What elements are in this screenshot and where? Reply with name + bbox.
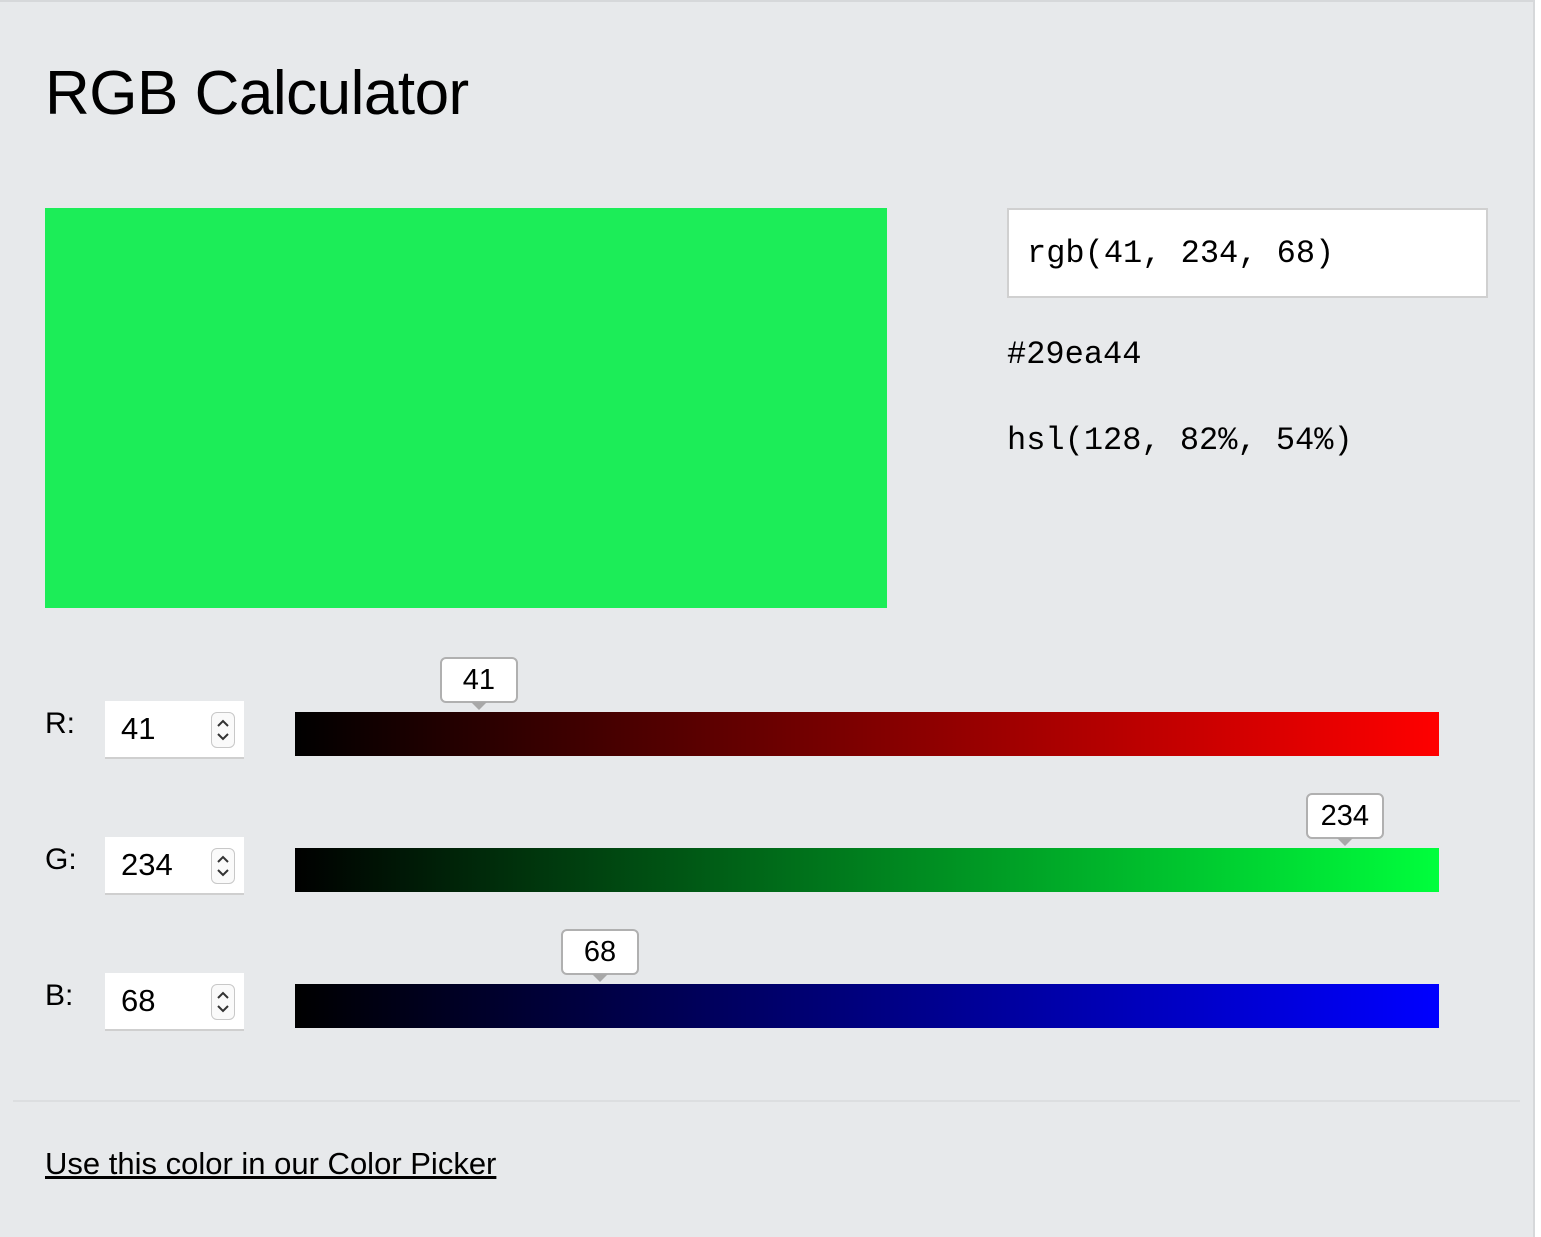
blue-spinner-icon[interactable] <box>211 984 235 1020</box>
red-spinner-icon[interactable] <box>211 712 235 748</box>
green-number-input[interactable]: 234 <box>105 837 244 895</box>
page-title: RGB Calculator <box>45 59 469 128</box>
red-number-input[interactable]: 41 <box>105 701 244 759</box>
red-label: R: <box>45 707 75 740</box>
green-label: G: <box>45 843 77 876</box>
divider <box>13 1100 1520 1102</box>
color-swatch <box>45 208 887 608</box>
rgb-input[interactable] <box>1007 208 1488 298</box>
blue-number-input[interactable]: 68 <box>105 973 244 1031</box>
blue-slider[interactable] <box>295 984 1439 1028</box>
hex-value: #29ea44 <box>1007 336 1142 373</box>
red-slider-tooltip: 41 <box>439 657 518 710</box>
green-spinner-icon[interactable] <box>211 848 235 884</box>
color-picker-link[interactable]: Use this color in our Color Picker <box>45 1146 496 1182</box>
red-slider[interactable] <box>295 712 1439 756</box>
hsl-value: hsl(128, 82%, 54%) <box>1007 422 1353 459</box>
blue-slider-tooltip: 68 <box>561 929 640 982</box>
green-number-value: 234 <box>121 847 173 882</box>
blue-label: B: <box>45 979 74 1012</box>
blue-number-value: 68 <box>121 983 156 1018</box>
red-number-value: 41 <box>121 711 156 746</box>
green-slider-tooltip: 234 <box>1305 793 1384 846</box>
green-slider[interactable] <box>295 848 1439 892</box>
rgb-calculator-panel: RGB Calculator #29ea44 hsl(128, 82%, 54%… <box>0 0 1535 1237</box>
